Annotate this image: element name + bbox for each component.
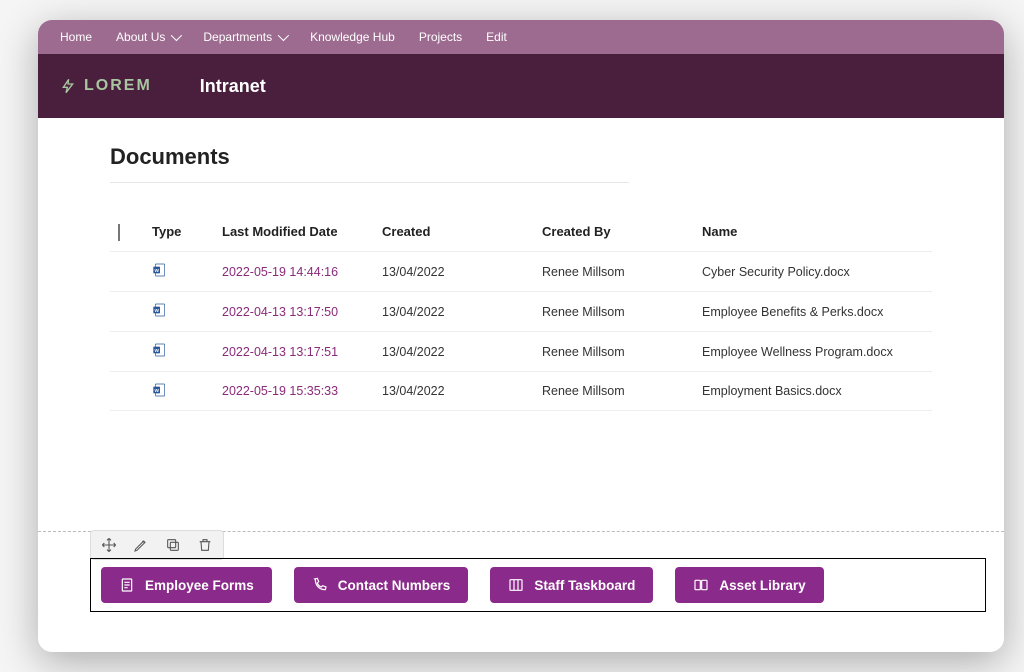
- edit-button[interactable]: [131, 535, 151, 555]
- staff-taskboard-button[interactable]: Staff Taskboard: [490, 567, 653, 603]
- word-doc-icon: W: [152, 262, 168, 278]
- cell-created: 13/04/2022: [382, 265, 542, 279]
- nav-edit[interactable]: Edit: [486, 30, 507, 44]
- cell-modified: 2022-04-13 13:17:50: [222, 305, 382, 319]
- cell-name: Employee Wellness Program.docx: [702, 345, 932, 359]
- duplicate-button[interactable]: [163, 535, 183, 555]
- cell-created: 13/04/2022: [382, 305, 542, 319]
- nav-label: Projects: [419, 30, 462, 44]
- col-modified[interactable]: Last Modified Date: [222, 224, 382, 239]
- svg-text:W: W: [154, 308, 159, 313]
- logo: LOREM: [60, 75, 152, 97]
- move-button[interactable]: [99, 535, 119, 555]
- cell-modified: 2022-05-19 14:44:16: [222, 265, 382, 279]
- word-doc-icon: W: [152, 302, 168, 318]
- site-title: Intranet: [200, 76, 266, 97]
- svg-text:W: W: [154, 348, 159, 353]
- lightning-icon: [60, 75, 76, 97]
- quick-links-section: Employee Forms Contact Numbers Staff Tas…: [90, 558, 986, 612]
- cell-created-by: Renee Millsom: [542, 345, 702, 359]
- cell-created-by: Renee Millsom: [542, 305, 702, 319]
- col-name[interactable]: Name: [702, 224, 932, 239]
- col-created-by[interactable]: Created By: [542, 224, 702, 239]
- table-row[interactable]: W 2022-05-19 15:35:33 13/04/2022 Renee M…: [110, 371, 932, 411]
- chevron-down-icon: [171, 30, 182, 41]
- webpart-edit-toolbar: [90, 530, 224, 560]
- nav-label: Edit: [486, 30, 507, 44]
- nav-label: About Us: [116, 30, 165, 44]
- svg-text:W: W: [154, 388, 159, 393]
- cell-created: 13/04/2022: [382, 384, 542, 398]
- library-icon: [693, 577, 709, 593]
- col-created[interactable]: Created: [382, 224, 542, 239]
- cell-created-by: Renee Millsom: [542, 265, 702, 279]
- cell-name: Cyber Security Policy.docx: [702, 265, 932, 279]
- table-row[interactable]: W 2022-05-19 14:44:16 13/04/2022 Renee M…: [110, 251, 932, 291]
- nav-knowledge-hub[interactable]: Knowledge Hub: [310, 30, 395, 44]
- button-label: Asset Library: [719, 578, 805, 593]
- table-row[interactable]: W 2022-04-13 13:17:50 13/04/2022 Renee M…: [110, 291, 932, 331]
- button-label: Contact Numbers: [338, 578, 451, 593]
- table-row[interactable]: W 2022-04-13 13:17:51 13/04/2022 Renee M…: [110, 331, 932, 371]
- word-doc-icon: W: [152, 382, 168, 398]
- delete-button[interactable]: [195, 535, 215, 555]
- phone-icon: [312, 577, 328, 593]
- asset-library-button[interactable]: Asset Library: [675, 567, 823, 603]
- nav-label: Knowledge Hub: [310, 30, 395, 44]
- contact-numbers-button[interactable]: Contact Numbers: [294, 567, 469, 603]
- cell-modified: 2022-04-13 13:17:51: [222, 345, 382, 359]
- form-icon: [119, 577, 135, 593]
- nav-about-us[interactable]: About Us: [116, 30, 179, 44]
- chevron-down-icon[interactable]: [118, 224, 120, 241]
- button-label: Employee Forms: [145, 578, 254, 593]
- content-area: Documents Type Last Modified Date Create…: [38, 118, 1004, 652]
- nav-label: Departments: [203, 30, 272, 44]
- button-label: Staff Taskboard: [534, 578, 635, 593]
- cell-created: 13/04/2022: [382, 345, 542, 359]
- page-title: Documents: [110, 144, 1004, 170]
- employee-forms-button[interactable]: Employee Forms: [101, 567, 272, 603]
- word-doc-icon: W: [152, 342, 168, 358]
- nav-departments[interactable]: Departments: [203, 30, 286, 44]
- top-nav: Home About Us Departments Knowledge Hub …: [38, 20, 1004, 54]
- logo-text: LOREM: [84, 77, 152, 95]
- divider: [110, 182, 629, 183]
- brand-bar: LOREM Intranet: [38, 54, 1004, 118]
- col-type[interactable]: Type: [152, 224, 222, 239]
- app-window: Home About Us Departments Knowledge Hub …: [38, 20, 1004, 652]
- nav-label: Home: [60, 30, 92, 44]
- nav-projects[interactable]: Projects: [419, 30, 462, 44]
- cell-modified: 2022-05-19 15:35:33: [222, 384, 382, 398]
- nav-home[interactable]: Home: [60, 30, 92, 44]
- board-icon: [508, 577, 524, 593]
- documents-table: Type Last Modified Date Created Created …: [110, 211, 932, 411]
- cell-name: Employment Basics.docx: [702, 384, 932, 398]
- svg-text:W: W: [154, 268, 159, 273]
- cell-name: Employee Benefits & Perks.docx: [702, 305, 932, 319]
- table-header: Type Last Modified Date Created Created …: [110, 211, 932, 251]
- chevron-down-icon: [278, 30, 289, 41]
- cell-created-by: Renee Millsom: [542, 384, 702, 398]
